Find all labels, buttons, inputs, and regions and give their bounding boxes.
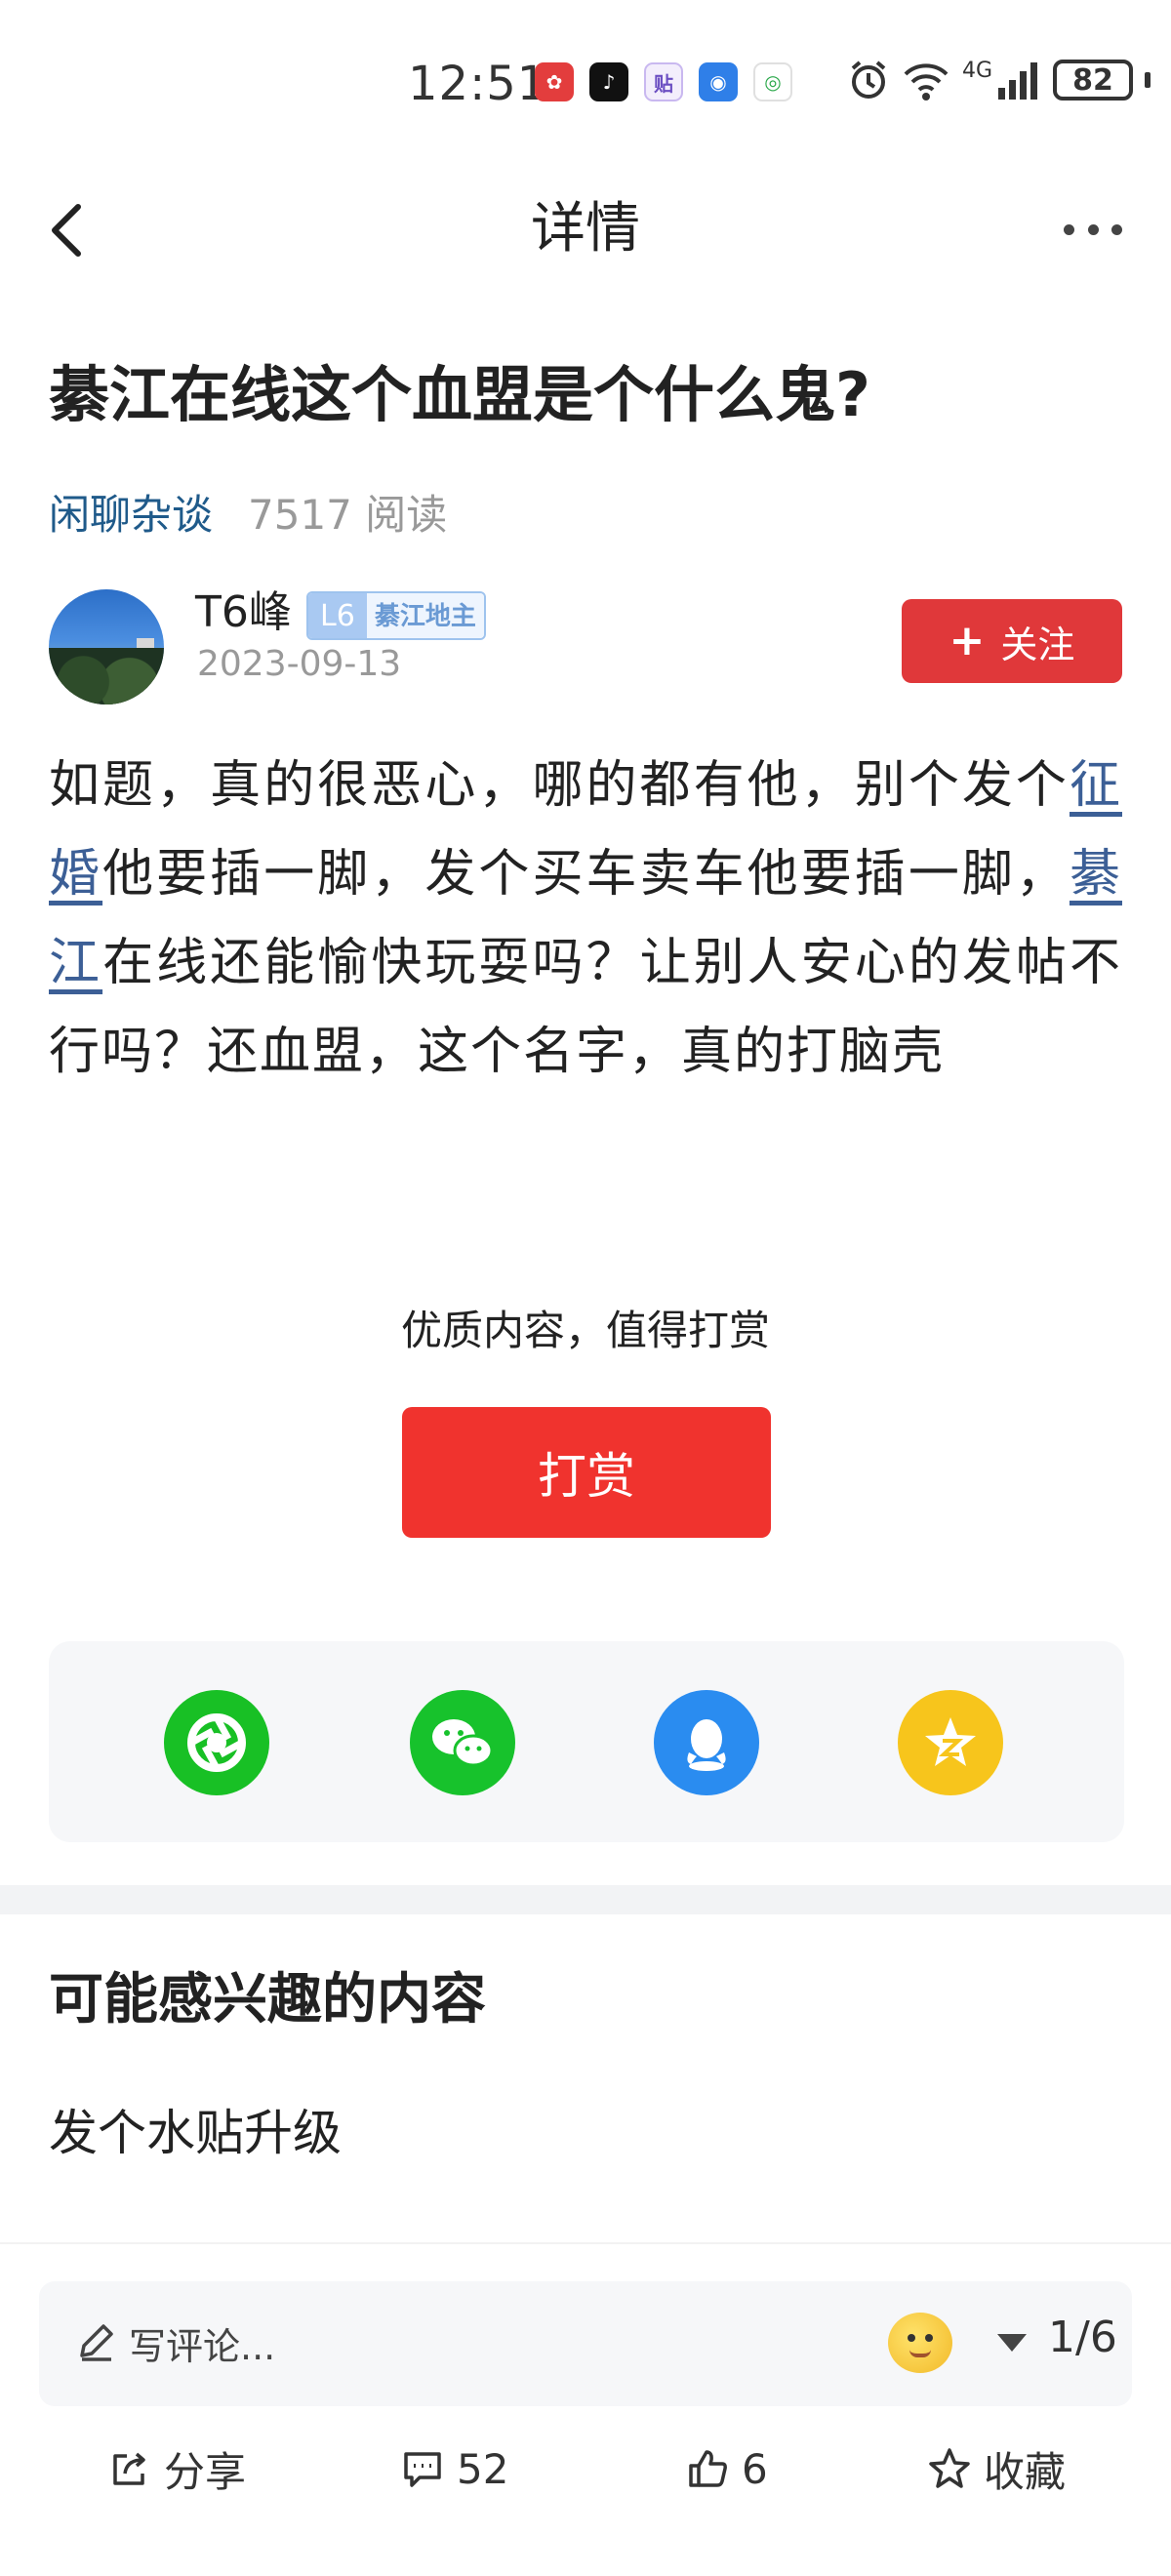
author-avatar[interactable] [49, 589, 164, 704]
follow-label: 关注 [1000, 623, 1075, 666]
mobile-icon: ◎ [753, 62, 792, 101]
body-text: 他要插一脚，发个买车卖车他要插一脚， [102, 845, 1070, 904]
chat-bubbles-shape [432, 1719, 494, 1767]
qq-icon[interactable] [654, 1690, 759, 1795]
battery-icon: 82 [1053, 60, 1134, 101]
star-icon [929, 2448, 970, 2488]
share-icon [113, 2452, 145, 2485]
signal-icon [998, 62, 1038, 100]
thumbs-up-icon [689, 2450, 727, 2487]
emoji-icon[interactable] [888, 2313, 952, 2373]
dot-icon [1064, 223, 1074, 235]
pencil-icon [80, 2324, 113, 2361]
comments-button[interactable]: 52 [400, 2439, 508, 2498]
reward-hint: 优质内容，值得打赏 [400, 1307, 770, 1354]
reward-button[interactable]: 打赏 [402, 1407, 771, 1538]
more-options-button[interactable] [1064, 205, 1122, 254]
divider-line [0, 2242, 1171, 2244]
page-title: 详情 [531, 197, 640, 261]
battery-tip [1145, 72, 1151, 88]
body-text: 如题，真的很恶心，哪的都有他，别个发个 [49, 756, 1070, 815]
wechat-icon[interactable] [410, 1690, 515, 1795]
star-shape [925, 1717, 976, 1766]
status-indicators: 4G 82 [847, 59, 1151, 101]
share-panel [49, 1641, 1124, 1842]
status-bar: 12:51 ✿ ♪ 贴 ◉ ◎ 4G 82 [0, 0, 1171, 176]
caret-down-icon[interactable] [997, 2334, 1027, 2352]
comment-input[interactable]: 写评论... 1/6 [39, 2281, 1132, 2406]
top-nav-bar: 详情 [0, 176, 1171, 283]
follow-button[interactable]: + 关注 [902, 599, 1122, 683]
post-meta: 闲聊杂谈 7517 阅读 [49, 482, 447, 542]
status-time: 12:51 [408, 57, 548, 111]
moments-icon[interactable] [164, 1690, 269, 1795]
dot-icon [1087, 223, 1099, 235]
tieba-icon: 贴 [644, 62, 683, 101]
wifi-icon [904, 63, 949, 101]
recommend-heading: 可能感兴趣的内容 [49, 1968, 486, 2032]
favorite-label: 收藏 [984, 2447, 1067, 2496]
like-count: 6 [742, 2444, 768, 2493]
battery-level: 82 [1072, 62, 1113, 98]
level-label: L6 [308, 593, 367, 638]
alarm-icon [851, 60, 886, 99]
plus-icon: + [949, 616, 986, 665]
notification-icons: ✿ ♪ 贴 ◉ ◎ [535, 62, 792, 101]
comment-icon [404, 2452, 441, 2487]
body-text: 在线还能愉快玩耍吗？让别人安心的发帖不行吗？还血盟，这个名字，真的打脑壳 [49, 934, 1122, 1081]
aperture-shape [187, 1713, 246, 1772]
page-indicator[interactable]: 1/6 [1048, 2313, 1117, 2362]
post-title: 綦江在线这个血盟是个什么鬼? [49, 359, 870, 430]
author-name[interactable]: T6峰 [195, 584, 292, 642]
recommend-item[interactable]: 发个水贴升级 [49, 2094, 342, 2164]
dot-icon [1111, 223, 1122, 235]
penguin-shape [687, 1719, 726, 1771]
read-count: 7517 阅读 [248, 491, 448, 539]
level-badge: L6 綦江地主 [306, 591, 486, 640]
comment-count: 52 [457, 2444, 509, 2493]
category-link[interactable]: 闲聊杂谈 [49, 482, 213, 542]
network-type: 4G [962, 58, 993, 83]
post-body: 如题，真的很恶心，哪的都有他，别个发个征婚他要插一脚，发个买车卖车他要插一脚，綦… [49, 742, 1122, 1097]
favorite-button[interactable]: 收藏 [927, 2439, 1066, 2498]
bottom-action-bar: 分享 52 6 收藏 [0, 2430, 1171, 2508]
avatar-trees [49, 648, 164, 704]
like-button[interactable]: 6 [685, 2439, 768, 2498]
section-divider [0, 1885, 1171, 1914]
comment-placeholder: 写评论... [129, 2325, 276, 2368]
qzone-icon[interactable] [898, 1690, 1003, 1795]
app-notification-icon: ✿ [535, 62, 574, 101]
app-blue-icon: ◉ [699, 62, 738, 101]
level-title: 綦江地主 [366, 593, 484, 638]
share-label: 分享 [164, 2447, 247, 2496]
tiktok-icon: ♪ [589, 62, 628, 101]
post-date: 2023-09-13 [197, 644, 402, 684]
share-button[interactable]: 分享 [107, 2439, 246, 2498]
